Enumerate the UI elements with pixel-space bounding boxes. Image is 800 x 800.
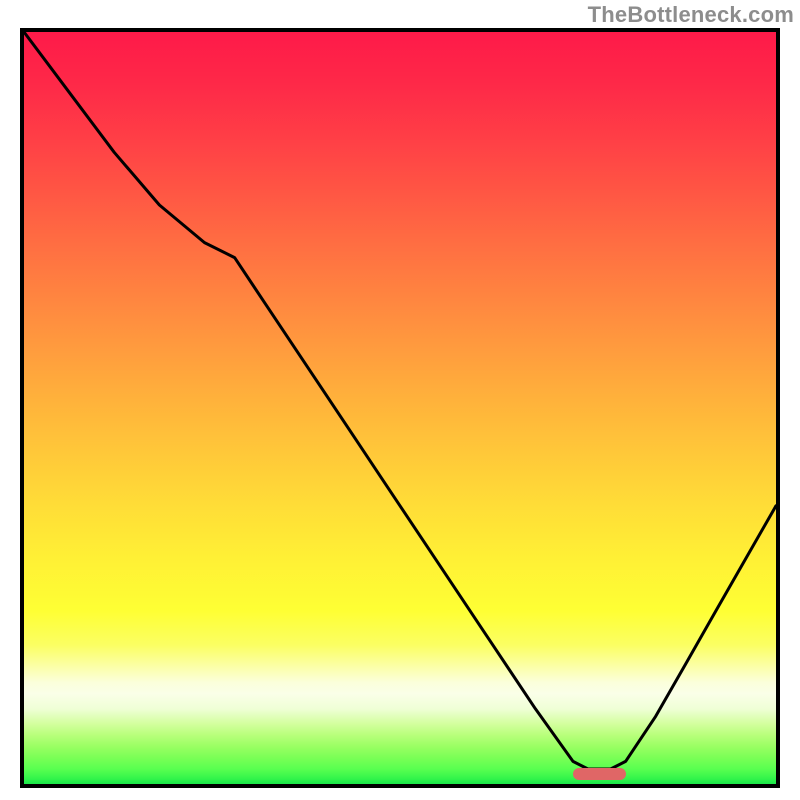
chart-marker [573,768,626,780]
watermark-text: TheBottleneck.com [588,2,794,28]
chart-plot-area [20,28,780,788]
chart-background-gradient [24,32,776,784]
